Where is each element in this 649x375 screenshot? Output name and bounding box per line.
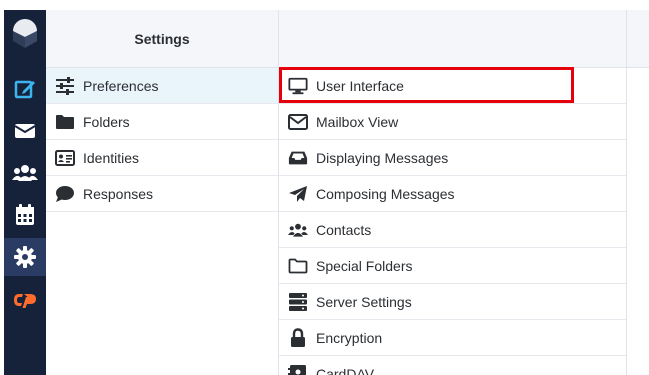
settings-sections-list: Preferences Folders Identities Responses xyxy=(46,68,278,212)
cube-logo-icon xyxy=(13,19,37,48)
pref-label: CardDAV xyxy=(316,365,375,375)
pref-label: Special Folders xyxy=(316,257,413,274)
section-label: Identities xyxy=(83,149,140,166)
inbox-icon xyxy=(288,148,308,168)
pref-displaying-messages[interactable]: Displaying Messages xyxy=(279,140,626,176)
folder-icon xyxy=(55,112,75,132)
section-preferences[interactable]: Preferences xyxy=(46,68,278,104)
preferences-list: User Interface Mailbox View Displaying M… xyxy=(279,68,626,375)
people-icon xyxy=(288,220,308,240)
pref-contacts[interactable]: Contacts xyxy=(279,212,626,248)
address-book-icon xyxy=(288,364,308,375)
rail-settings[interactable] xyxy=(4,238,46,276)
pref-special-folders[interactable]: Special Folders xyxy=(279,248,626,284)
divider xyxy=(626,10,627,375)
section-folders[interactable]: Folders xyxy=(46,104,278,140)
settings-header: Settings xyxy=(46,10,278,68)
id-card-icon xyxy=(55,148,75,168)
pref-server-settings[interactable]: Server Settings xyxy=(279,284,626,320)
app-rail xyxy=(4,10,46,375)
pref-composing-messages[interactable]: Composing Messages xyxy=(279,176,626,212)
section-label: Responses xyxy=(83,185,154,202)
paper-plane-icon xyxy=(288,184,308,204)
gear-icon xyxy=(14,246,36,268)
rail-contacts[interactable] xyxy=(4,155,46,191)
server-icon xyxy=(288,292,308,312)
sliders-icon xyxy=(55,76,75,96)
preferences-header xyxy=(279,10,626,68)
rail-compose[interactable] xyxy=(4,71,46,107)
section-label: Preferences xyxy=(83,77,159,94)
rail-cpanel[interactable] xyxy=(4,282,46,318)
roundcube-logo[interactable] xyxy=(4,14,46,54)
pref-label: Mailbox View xyxy=(316,113,399,130)
pref-label: Composing Messages xyxy=(316,185,455,202)
settings-app: Settings Preferences Folders Identities … xyxy=(0,0,649,375)
section-label: Folders xyxy=(83,113,130,130)
content-header xyxy=(627,10,649,68)
top-strip xyxy=(0,0,649,10)
speech-bubble-icon xyxy=(55,184,75,204)
compose-icon xyxy=(14,80,35,99)
rail-calendar[interactable] xyxy=(4,197,46,233)
lock-icon xyxy=(288,327,308,348)
cpanel-icon xyxy=(14,294,36,308)
monitor-icon xyxy=(288,76,308,96)
section-responses[interactable]: Responses xyxy=(46,176,278,212)
calendar-icon xyxy=(16,204,34,225)
pref-label: Displaying Messages xyxy=(316,149,449,166)
pref-carddav[interactable]: CardDAV xyxy=(279,356,626,375)
pref-label: Contacts xyxy=(316,221,372,238)
pref-label: Server Settings xyxy=(316,293,412,310)
pref-label: User Interface xyxy=(316,77,404,94)
page-title: Settings xyxy=(134,30,190,47)
contacts-icon xyxy=(12,165,38,181)
pref-label: Encryption xyxy=(316,329,383,346)
folder-outline-icon xyxy=(288,256,308,276)
pref-mailbox-view[interactable]: Mailbox View xyxy=(279,104,626,140)
rail-mail[interactable] xyxy=(4,113,46,149)
section-identities[interactable]: Identities xyxy=(46,140,278,176)
pref-user-interface[interactable]: User Interface xyxy=(279,68,626,104)
envelope-icon xyxy=(288,112,308,132)
pref-encryption[interactable]: Encryption xyxy=(279,320,626,356)
mail-icon xyxy=(14,124,36,138)
